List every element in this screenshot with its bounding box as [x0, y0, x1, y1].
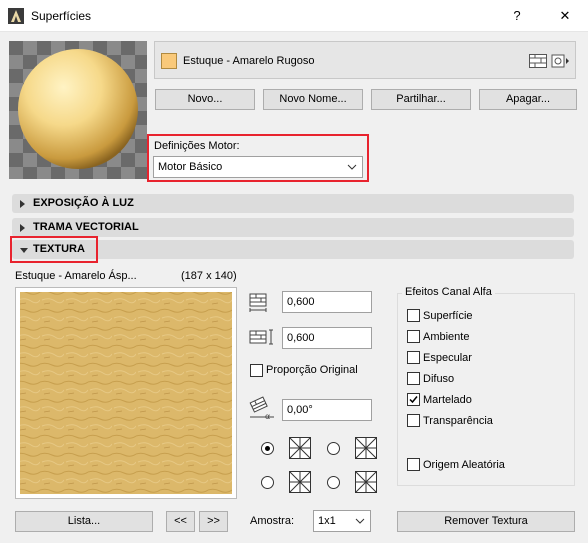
remove-texture-button[interactable]: Remover Textura [397, 511, 575, 532]
orientation-pattern-icon [355, 471, 377, 493]
alpha-bump-checkbox[interactable] [407, 393, 420, 406]
keep-ratio-checkbox[interactable] [250, 364, 263, 377]
help-button[interactable]: ? [494, 0, 540, 32]
material-selector[interactable]: Estuque - Amarelo Rugoso [154, 41, 576, 79]
section-vector-hatch-label: TRAMA VECTORIAL [33, 221, 139, 233]
window-title: Superfícies [31, 9, 92, 23]
alpha-specular-checkbox[interactable] [407, 351, 420, 364]
texture-name: Estuque - Amarelo Ásp... [15, 270, 137, 282]
material-preview [9, 41, 147, 179]
orientation-pattern-icon [289, 471, 311, 493]
orientation-radio-1[interactable] [261, 442, 274, 455]
share-button[interactable]: Partilhar... [371, 89, 471, 110]
orientation-radio-2[interactable] [327, 442, 340, 455]
section-exposure[interactable]: EXPOSIÇÃO À LUZ [12, 194, 574, 213]
keep-ratio-label: Proporção Original [266, 364, 358, 376]
sample-select[interactable]: 1x1 [313, 510, 371, 532]
random-origin-label: Origem Aleatória [423, 459, 505, 471]
chevron-down-icon [355, 518, 365, 524]
orientation-pattern-icon [355, 437, 377, 459]
engine-select[interactable]: Motor Básico [153, 156, 363, 178]
material-swatch [161, 53, 177, 69]
close-button[interactable]: ✕ [542, 0, 588, 32]
svg-text:α: α [265, 412, 270, 421]
expand-arrow-icon [20, 200, 25, 208]
texture-width-icon [249, 293, 267, 312]
alpha-surface-label: Superfície [423, 310, 473, 322]
texture-angle-icon: α [249, 396, 274, 421]
texture-angle-input[interactable]: 0,00° [282, 399, 372, 421]
material-menu-icon[interactable] [551, 53, 571, 69]
texture-highlight [10, 236, 98, 263]
orientation-pattern-icon [289, 437, 311, 459]
alpha-diffuse-checkbox[interactable] [407, 372, 420, 385]
alpha-ambient-label: Ambiente [423, 331, 470, 343]
checkmark-icon [409, 396, 418, 404]
texture-height-icon [249, 329, 273, 345]
engine-label: Definições Motor: [154, 140, 240, 152]
alpha-group-title: Efeitos Canal Alfa [402, 286, 495, 298]
alpha-transparency-checkbox[interactable] [407, 414, 420, 427]
next-texture-button[interactable]: >> [199, 511, 228, 532]
sample-value: 1x1 [318, 515, 336, 527]
section-exposure-label: EXPOSIÇÃO À LUZ [33, 197, 134, 209]
rename-button[interactable]: Novo Nome... [263, 89, 363, 110]
engine-value: Motor Básico [158, 161, 223, 173]
prev-texture-button[interactable]: << [166, 511, 195, 532]
alpha-ambient-checkbox[interactable] [407, 330, 420, 343]
alpha-specular-label: Especular [423, 352, 472, 364]
texture-width-input[interactable]: 0,600 [282, 291, 372, 313]
sample-label: Amostra: [250, 515, 295, 527]
material-name: Estuque - Amarelo Rugoso [183, 55, 315, 67]
texture-preview [15, 287, 237, 499]
expand-arrow-icon [20, 224, 25, 232]
chevron-down-icon [347, 164, 357, 170]
orientation-radio-4[interactable] [327, 476, 340, 489]
delete-button[interactable]: Apagar... [479, 89, 577, 110]
alpha-surface-checkbox[interactable] [407, 309, 420, 322]
random-origin-checkbox[interactable] [407, 458, 420, 471]
app-icon [8, 8, 24, 24]
section-vector-hatch[interactable]: TRAMA VECTORIAL [12, 218, 574, 237]
alpha-diffuse-label: Difuso [423, 373, 455, 385]
alpha-transparency-label: Transparência [423, 415, 493, 427]
hatch-icon [529, 54, 547, 68]
alpha-bump-label: Martelado [423, 394, 472, 406]
texture-size: (187 x 140) [181, 270, 237, 282]
texture-height-input[interactable]: 0,600 [282, 327, 372, 349]
orientation-radio-3[interactable] [261, 476, 274, 489]
texture-list-button[interactable]: Lista... [15, 511, 153, 532]
new-button[interactable]: Novo... [155, 89, 255, 110]
